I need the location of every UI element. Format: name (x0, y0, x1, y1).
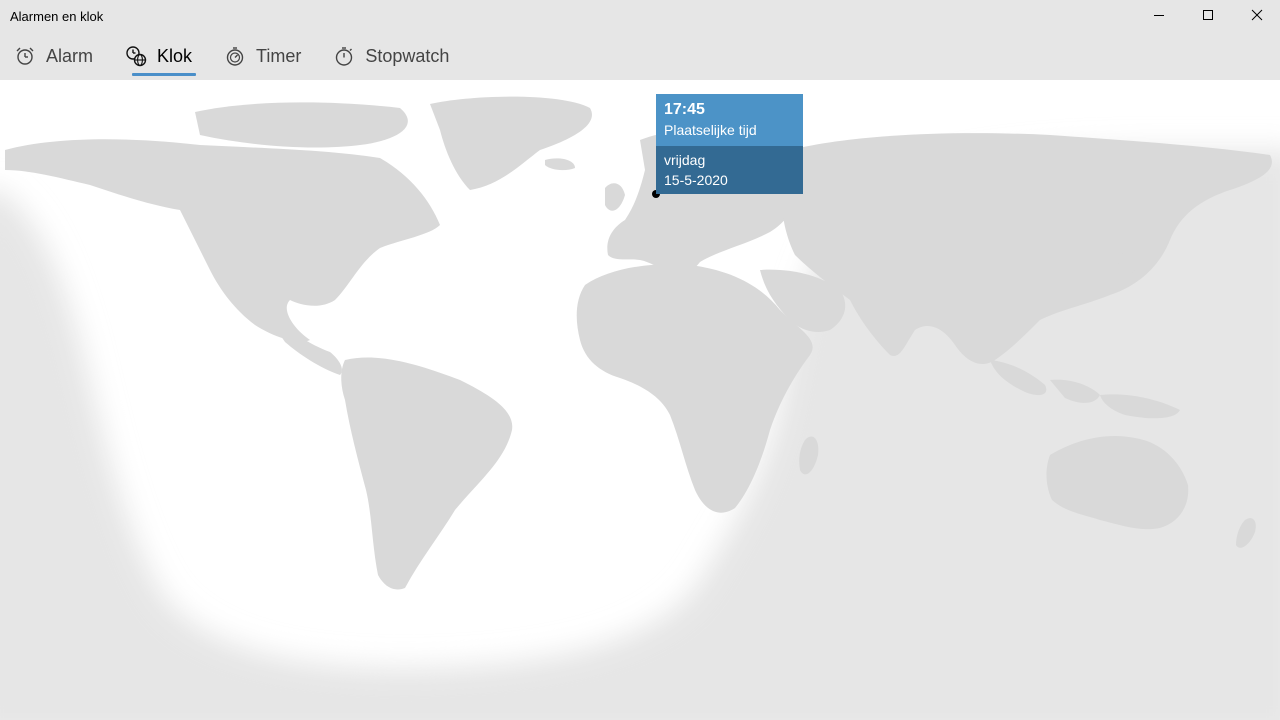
local-time: 17:45 (664, 101, 705, 118)
tab-stopwatch[interactable]: Stopwatch (319, 36, 467, 76)
tab-bar: Alarm Klok Timer Stopwatch (0, 36, 467, 80)
close-button[interactable] (1234, 0, 1280, 30)
tab-klok[interactable]: Klok (111, 36, 210, 76)
local-time-label: Plaatselijke tijd (664, 122, 757, 138)
location-card-date: vrijdag 15-5-2020 (656, 146, 803, 194)
world-map[interactable] (0, 80, 1280, 720)
maximize-button[interactable] (1185, 0, 1231, 30)
maximize-icon (1203, 10, 1213, 20)
app-window: Alarmen en klok Alarm Klok Timer Stopwat… (0, 0, 1280, 720)
minimize-button[interactable] (1136, 0, 1182, 30)
tab-label: Stopwatch (365, 45, 450, 66)
tab-label: Klok (157, 45, 193, 66)
alarm-clock-icon (14, 45, 36, 67)
stopwatch-icon (333, 45, 355, 67)
date: 15-5-2020 (664, 172, 728, 188)
tab-label: Timer (256, 45, 302, 66)
title-bar[interactable]: Alarmen en klok (0, 0, 1280, 32)
timer-icon (224, 45, 246, 67)
minimize-icon (1154, 15, 1164, 16)
active-tab-indicator (132, 73, 196, 76)
window-title: Alarmen en klok (10, 9, 104, 24)
location-card[interactable]: 17:45 Plaatselijke tijd vrijdag 15-5-202… (656, 94, 803, 194)
tab-alarm[interactable]: Alarm (0, 36, 111, 76)
close-icon (1251, 9, 1263, 21)
weekday: vrijdag (664, 152, 706, 168)
tab-label: Alarm (46, 45, 94, 66)
world-map-graphic (0, 96, 1280, 720)
world-clock-icon (125, 45, 147, 67)
tab-timer[interactable]: Timer (210, 36, 319, 76)
location-card-header: 17:45 Plaatselijke tijd (656, 94, 803, 146)
